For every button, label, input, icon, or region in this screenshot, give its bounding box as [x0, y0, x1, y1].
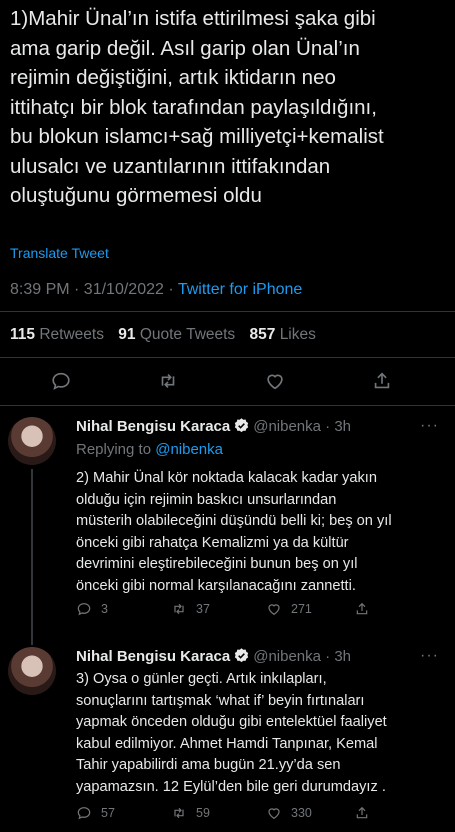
- reply-tweet[interactable]: Nihal Bengisu Karaca @nibenka · 3h ··· 3)…: [0, 639, 455, 832]
- like-button[interactable]: 330: [266, 805, 312, 821]
- quote-tweets-stat[interactable]: 91 Quote Tweets: [118, 326, 235, 343]
- replying-to-handle[interactable]: @nibenka: [155, 441, 223, 458]
- tweet-timestamp[interactable]: 8:39 PM · 31/10/2022 ·: [10, 281, 178, 298]
- share-icon[interactable]: [369, 368, 395, 394]
- author-handle[interactable]: @nibenka · 3h: [253, 648, 351, 665]
- retweets-stat[interactable]: 115 Retweets: [10, 326, 104, 343]
- thread-line: [31, 469, 33, 639]
- share-button[interactable]: [354, 805, 379, 821]
- reply-icon[interactable]: [48, 368, 74, 394]
- like-count: 271: [291, 602, 312, 616]
- tweet-actions: [0, 366, 455, 396]
- author-handle[interactable]: @nibenka · 3h: [253, 418, 351, 435]
- divider: [0, 311, 455, 312]
- tweet-text: 1)Mahir Ünal’ın istifa ettirilmesi şaka …: [10, 7, 384, 207]
- divider: [0, 357, 455, 358]
- tweet-source[interactable]: Twitter for iPhone: [178, 281, 303, 298]
- verified-badge-icon: [233, 417, 250, 438]
- more-options-icon[interactable]: ···: [420, 647, 439, 665]
- translate-tweet-link[interactable]: Translate Tweet: [10, 245, 109, 261]
- reply-actions: 57 59 330: [76, 805, 376, 825]
- reply-tweet[interactable]: Nihal Bengisu Karaca @nibenka · 3h ··· Re…: [0, 405, 455, 639]
- author-name[interactable]: Nihal Bengisu Karaca: [76, 648, 230, 665]
- author-name[interactable]: Nihal Bengisu Karaca: [76, 418, 230, 435]
- avatar[interactable]: [8, 417, 56, 465]
- thread-line: [31, 639, 33, 645]
- reply-text: 3) Oysa o günler geçti. Artık inkılaplar…: [76, 671, 387, 795]
- more-options-icon[interactable]: ···: [420, 417, 439, 435]
- reply-button[interactable]: 57: [76, 805, 115, 821]
- reply-actions: 3 37 271: [76, 601, 376, 621]
- replying-to: Replying to @nibenka: [76, 441, 223, 458]
- reply-count: 3: [101, 602, 108, 616]
- retweet-count: 37: [196, 602, 210, 616]
- like-icon[interactable]: [262, 368, 288, 394]
- share-button[interactable]: [354, 601, 379, 617]
- avatar[interactable]: [8, 647, 56, 695]
- retweet-button[interactable]: 37: [171, 601, 210, 617]
- verified-badge-icon: [233, 647, 250, 668]
- likes-stat[interactable]: 857 Likes: [250, 326, 316, 343]
- reply-count: 57: [101, 806, 115, 820]
- like-button[interactable]: 271: [266, 601, 312, 617]
- like-count: 330: [291, 806, 312, 820]
- reply-header: Nihal Bengisu Karaca @nibenka · 3h: [76, 417, 351, 438]
- tweet-meta: 8:39 PM · 31/10/2022 · Twitter for iPhon…: [10, 281, 302, 299]
- reply-header: Nihal Bengisu Karaca @nibenka · 3h: [76, 647, 351, 668]
- retweet-icon[interactable]: [155, 368, 181, 394]
- retweet-count: 59: [196, 806, 210, 820]
- retweet-button[interactable]: 59: [171, 805, 210, 821]
- reply-button[interactable]: 3: [76, 601, 108, 617]
- tweet-stats: 115 Retweets 91 Quote Tweets 857 Likes: [10, 326, 316, 344]
- reply-text: 2) Mahir Ünal kör noktada kalacak kadar …: [76, 470, 392, 594]
